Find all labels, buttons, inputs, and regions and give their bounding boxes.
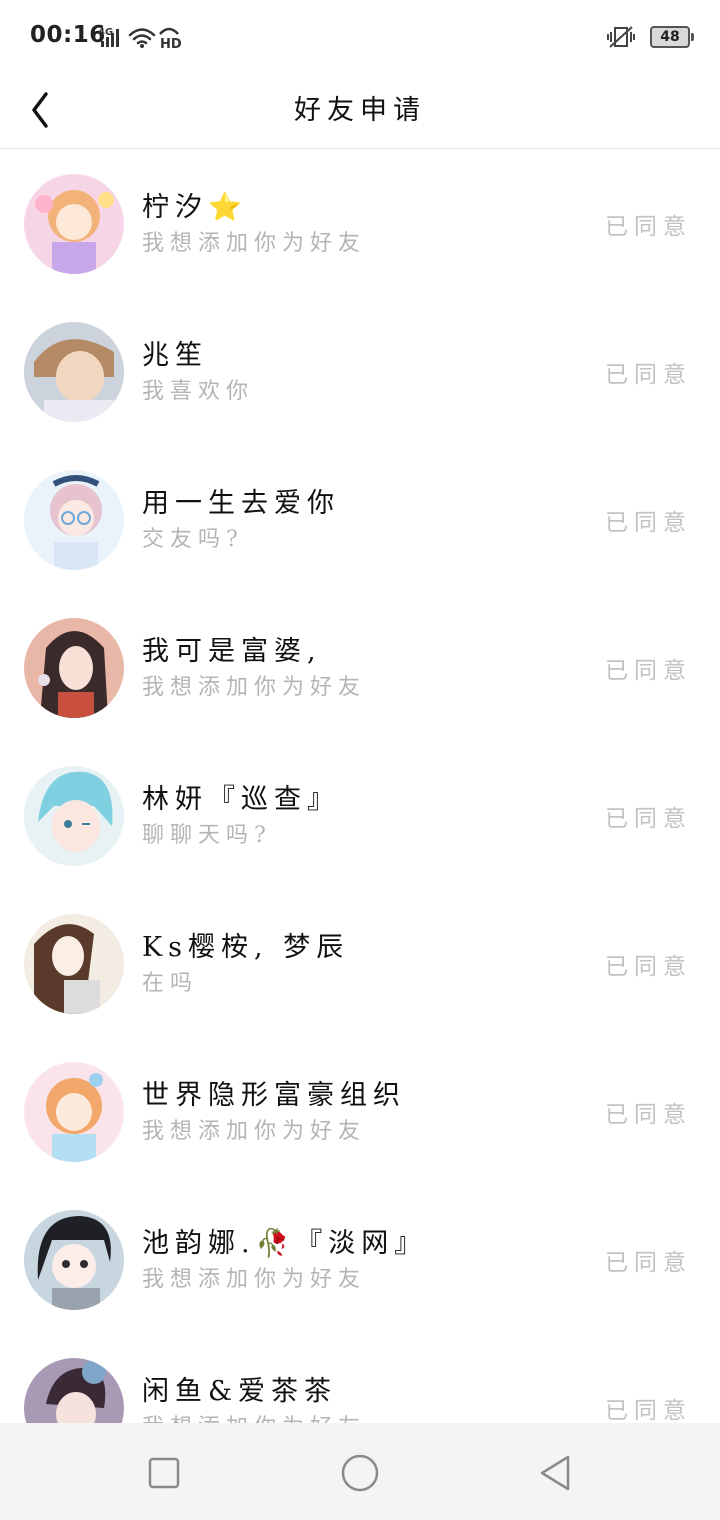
requester-name: 林妍『巡查』 <box>142 784 340 815</box>
status-time: 00:16 <box>30 22 106 48</box>
request-message: 我想添加你为好友 <box>142 1409 366 1423</box>
request-status: 已同意 <box>605 954 692 980</box>
requester-name: 兆笙 <box>142 340 208 371</box>
request-status: 已同意 <box>605 1102 692 1128</box>
request-message: 在吗 <box>142 971 199 996</box>
friend-request-item[interactable]: Ks樱桉, 梦辰 在吗 已同意 <box>0 889 720 1037</box>
requester-name: 闲鱼&爱茶茶 <box>142 1376 338 1407</box>
navigation-bar <box>0 1423 720 1520</box>
request-status: 已同意 <box>605 510 692 536</box>
hd-icon: HD <box>159 27 182 50</box>
avatar[interactable] <box>24 914 124 1014</box>
recent-apps-icon[interactable] <box>142 1451 186 1495</box>
request-status: 已同意 <box>605 1398 692 1423</box>
avatar[interactable] <box>24 470 124 570</box>
home-icon[interactable] <box>338 1451 382 1495</box>
request-status: 已同意 <box>605 362 692 388</box>
requester-name: 我可是富婆, <box>142 636 322 667</box>
friend-request-list[interactable]: 柠汐⭐ 我想添加你为好友 已同意 兆笙 我喜欢你 已同意 用一生去爱你 交友吗?… <box>0 149 720 1423</box>
friend-request-item[interactable]: 我可是富婆, 我想添加你为好友 已同意 <box>0 593 720 741</box>
avatar[interactable] <box>24 1210 124 1310</box>
friend-request-item[interactable]: 世界隐形富豪组织 我想添加你为好友 已同意 <box>0 1037 720 1185</box>
requester-name: Ks樱桉, 梦辰 <box>142 932 350 963</box>
requester-name: 池韵娜.🥀『淡网』 <box>142 1228 428 1259</box>
request-message: 我想添加你为好友 <box>142 231 367 256</box>
avatar[interactable] <box>24 322 124 422</box>
request-message: 我想添加你为好友 <box>142 1267 367 1292</box>
friend-request-item[interactable]: 林妍『巡查』 聊聊天吗? 已同意 <box>0 741 720 889</box>
vibrate-icon <box>607 26 635 48</box>
wifi-icon <box>128 28 156 45</box>
svg-text:HD: HD <box>160 37 182 50</box>
requester-name: 世界隐形富豪组织 <box>142 1080 406 1111</box>
request-status: 已同意 <box>605 1250 692 1276</box>
avatar[interactable] <box>24 766 124 866</box>
request-message: 我喜欢你 <box>142 379 255 404</box>
request-message: 我想添加你为好友 <box>142 1119 367 1144</box>
header: 好友申请 <box>0 72 720 149</box>
request-message: 聊聊天吗? <box>142 823 272 848</box>
request-status: 已同意 <box>605 806 692 832</box>
status-right: 48 <box>606 22 694 52</box>
friend-request-item[interactable]: 柠汐⭐ 我想添加你为好友 已同意 <box>0 149 720 297</box>
friend-request-item[interactable]: 闲鱼&爱茶茶 我想添加你为好友 已同意 <box>0 1333 720 1423</box>
battery-icon: 48 <box>650 26 694 48</box>
network-type: 4G <box>98 27 113 38</box>
request-status: 已同意 <box>605 658 692 684</box>
request-message: 我想添加你为好友 <box>142 675 367 700</box>
avatar[interactable] <box>24 174 124 274</box>
request-status: 已同意 <box>605 214 692 240</box>
requester-name: 柠汐⭐ <box>142 192 248 223</box>
status-bar: 00:16 4G HD 48 <box>0 0 720 72</box>
avatar[interactable] <box>24 1062 124 1162</box>
friend-request-item[interactable]: 兆笙 我喜欢你 已同意 <box>0 297 720 445</box>
signal-icon: 4G HD <box>98 27 182 50</box>
back-icon[interactable] <box>534 1451 578 1495</box>
request-message: 交友吗? <box>142 527 244 552</box>
friend-request-item[interactable]: 池韵娜.🥀『淡网』 我想添加你为好友 已同意 <box>0 1185 720 1333</box>
friend-request-item[interactable]: 用一生去爱你 交友吗? 已同意 <box>0 445 720 593</box>
requester-name: 用一生去爱你 <box>142 488 340 519</box>
avatar[interactable] <box>24 618 124 718</box>
page-title: 好友申请 <box>294 95 426 126</box>
avatar[interactable] <box>24 1358 124 1423</box>
